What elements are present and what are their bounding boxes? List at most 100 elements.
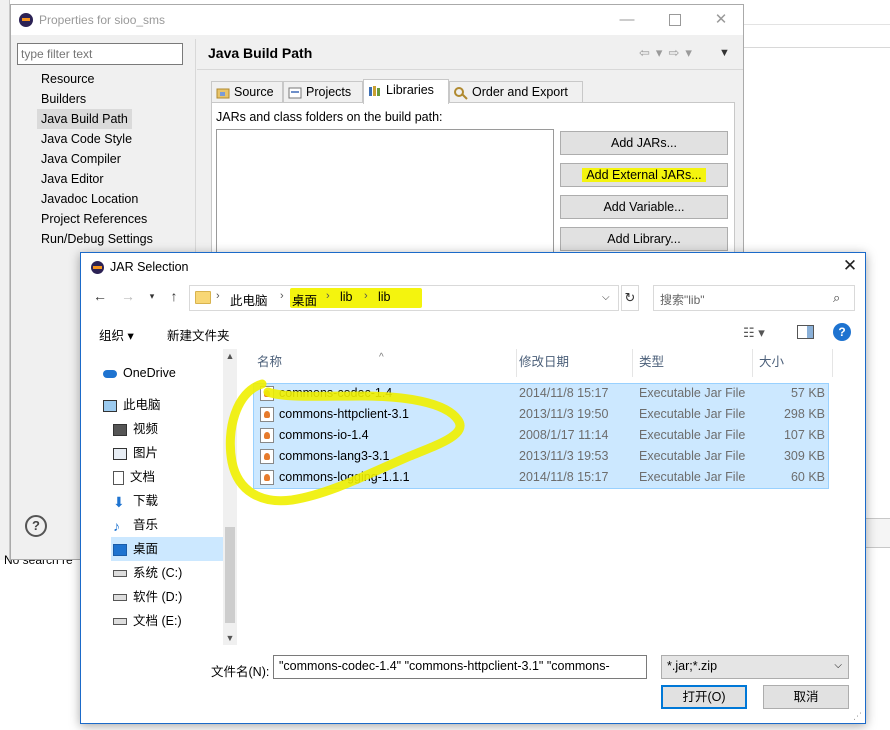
forward-arrow-icon[interactable]: → [119, 288, 137, 304]
file-row[interactable]: commons-lang3-3.1 2013/11/3 19:53 Execut… [251, 446, 851, 467]
column-name[interactable]: 名称 ^ [251, 349, 517, 377]
eclipse-icon [19, 13, 33, 27]
scroll-up-icon[interactable]: ▲ [223, 351, 237, 361]
resize-grip-icon[interactable]: ⋰ [853, 711, 862, 722]
open-button[interactable]: 打开(O) [661, 685, 747, 709]
nav-desktop[interactable]: 桌面 [111, 537, 237, 561]
minimize-button[interactable]: — [617, 11, 637, 29]
jar-file-icon [260, 407, 274, 422]
nav-music[interactable]: ♪ 音乐 [113, 513, 233, 537]
refresh-icon[interactable]: ↻ [621, 285, 639, 311]
file-row[interactable]: commons-logging-1.1.1 2014/11/8 15:17 Ex… [251, 467, 851, 488]
libraries-icon [369, 85, 380, 96]
new-folder-button[interactable]: 新建文件夹 [167, 325, 230, 344]
background-divider [744, 24, 890, 25]
projects-icon [288, 87, 302, 99]
desktop-icon [113, 543, 127, 556]
view-menu-icon[interactable]: ▼ [719, 47, 730, 59]
dialog-close-button[interactable]: ✕ [841, 256, 859, 276]
nav-item-java-build-path[interactable]: Java Build Path [37, 109, 132, 129]
column-type[interactable]: 类型 [633, 349, 753, 377]
nav-onedrive[interactable]: OneDrive [103, 361, 223, 385]
nav-item-java-compiler[interactable]: Java Compiler [17, 149, 193, 169]
jars-label: JARs and class folders on the build path… [216, 110, 443, 124]
maximize-button[interactable] [664, 11, 684, 29]
file-row[interactable]: commons-io-1.4 2008/1/17 11:14 Executabl… [251, 425, 851, 446]
column-modified[interactable]: 修改日期 [513, 349, 633, 377]
add-external-jars-button[interactable]: Add External JARs... [560, 163, 728, 187]
address-dropdown-icon[interactable]: ⌵ [602, 292, 610, 303]
nav-this-pc[interactable]: 此电脑 [103, 393, 223, 417]
file-row[interactable]: commons-codec-1.4 2014/11/8 15:17 Execut… [251, 383, 851, 404]
chevron-right-icon[interactable]: › [326, 290, 330, 302]
close-button[interactable]: ✕ [711, 11, 731, 29]
nav-item-resource[interactable]: Resource [17, 69, 193, 89]
nav-item-builders[interactable]: Builders [17, 89, 193, 109]
drive-icon [113, 570, 127, 578]
up-arrow-icon[interactable]: ↑ [165, 288, 183, 304]
build-path-list[interactable] [216, 129, 554, 259]
chevron-right-icon[interactable]: › [364, 290, 368, 302]
cloud-icon [103, 369, 117, 378]
help-icon[interactable]: ? [833, 323, 851, 341]
nav-videos[interactable]: 视频 [113, 417, 233, 441]
nav-item-run-debug-settings[interactable]: Run/Debug Settings [17, 229, 193, 249]
view-options-icon[interactable]: ☷ ▾ [743, 325, 765, 341]
nav-drive-d[interactable]: 软件 (D:) [113, 585, 233, 609]
help-icon[interactable]: ? [25, 515, 47, 537]
source-folder-icon [216, 88, 230, 99]
nav-documents[interactable]: 文档 [113, 465, 233, 489]
recent-locations-icon[interactable]: ▾ [143, 291, 161, 302]
back-menu-icon[interactable]: ▾ [656, 45, 663, 60]
back-arrow-icon[interactable]: ← [91, 288, 109, 304]
file-row[interactable]: commons-httpclient-3.1 2013/11/3 19:50 E… [251, 404, 851, 425]
file-type-select[interactable]: *.jar;*.zip ⌵ [661, 655, 849, 679]
properties-titlebar[interactable]: Properties for sioo_sms — ✕ [11, 5, 743, 35]
add-library-button[interactable]: Add Library... [560, 227, 728, 251]
properties-title: Properties for sioo_sms [39, 13, 166, 27]
breadcrumb-lib-current[interactable]: lib [378, 290, 391, 304]
organize-menu[interactable]: 组织 ▾ [99, 325, 134, 344]
forward-menu-icon[interactable]: ▾ [685, 45, 692, 60]
background-panel [864, 518, 890, 548]
nav-pictures[interactable]: 图片 [113, 441, 233, 465]
add-jars-button[interactable]: Add JARs... [560, 131, 728, 155]
chevron-right-icon: › [216, 290, 220, 302]
forward-arrow-icon[interactable]: ⇨ [668, 45, 679, 60]
breadcrumb-this-pc[interactable]: 此电脑 [230, 290, 268, 309]
eclipse-icon [91, 261, 104, 274]
back-arrow-icon[interactable]: ⇦ [639, 45, 650, 60]
nav-item-java-code-style[interactable]: Java Code Style [17, 129, 193, 149]
background-edge [0, 0, 10, 560]
nav-downloads[interactable]: ⬇ 下载 [113, 489, 233, 513]
breadcrumb-lib[interactable]: lib [340, 290, 353, 304]
jar-file-icon [260, 470, 274, 485]
tab-projects[interactable]: Projects [283, 81, 363, 103]
nav-item-java-editor[interactable]: Java Editor [17, 169, 193, 189]
drive-icon [113, 618, 127, 626]
download-icon: ⬇ [113, 493, 125, 510]
nav-pane-scrollbar[interactable]: ▲ ▼ [223, 349, 237, 645]
scroll-down-icon[interactable]: ▼ [223, 633, 237, 643]
tab-order-and-export[interactable]: Order and Export [449, 81, 583, 103]
nav-item-project-references[interactable]: Project References [17, 209, 193, 229]
breadcrumb-desktop[interactable]: 桌面 [292, 290, 317, 309]
cancel-button[interactable]: 取消 [763, 685, 849, 709]
nav-drive-e[interactable]: 文档 (E:) [113, 609, 233, 633]
tab-source[interactable]: Source [211, 81, 283, 103]
nav-drive-c[interactable]: 系统 (C:) [113, 561, 233, 585]
address-bar[interactable]: › 此电脑 › 桌面 › lib › lib ⌵ [189, 285, 619, 311]
search-input[interactable]: 搜索"lib" [653, 285, 855, 311]
tab-libraries[interactable]: Libraries [363, 79, 449, 104]
add-variable-button[interactable]: Add Variable... [560, 195, 728, 219]
chevron-right-icon[interactable]: › [280, 290, 284, 302]
order-export-icon [454, 86, 468, 100]
column-size[interactable]: 大小 [753, 349, 833, 377]
scroll-thumb[interactable] [225, 527, 235, 623]
file-name-input[interactable]: "commons-codec-1.4" "commons-httpclient-… [273, 655, 647, 679]
nav-item-javadoc-location[interactable]: Javadoc Location [17, 189, 193, 209]
preview-pane-icon[interactable] [797, 325, 814, 339]
search-icon[interactable]: ⌕ [833, 290, 840, 306]
dialog-titlebar[interactable]: JAR Selection ✕ [81, 253, 865, 281]
filter-input[interactable] [17, 43, 183, 65]
